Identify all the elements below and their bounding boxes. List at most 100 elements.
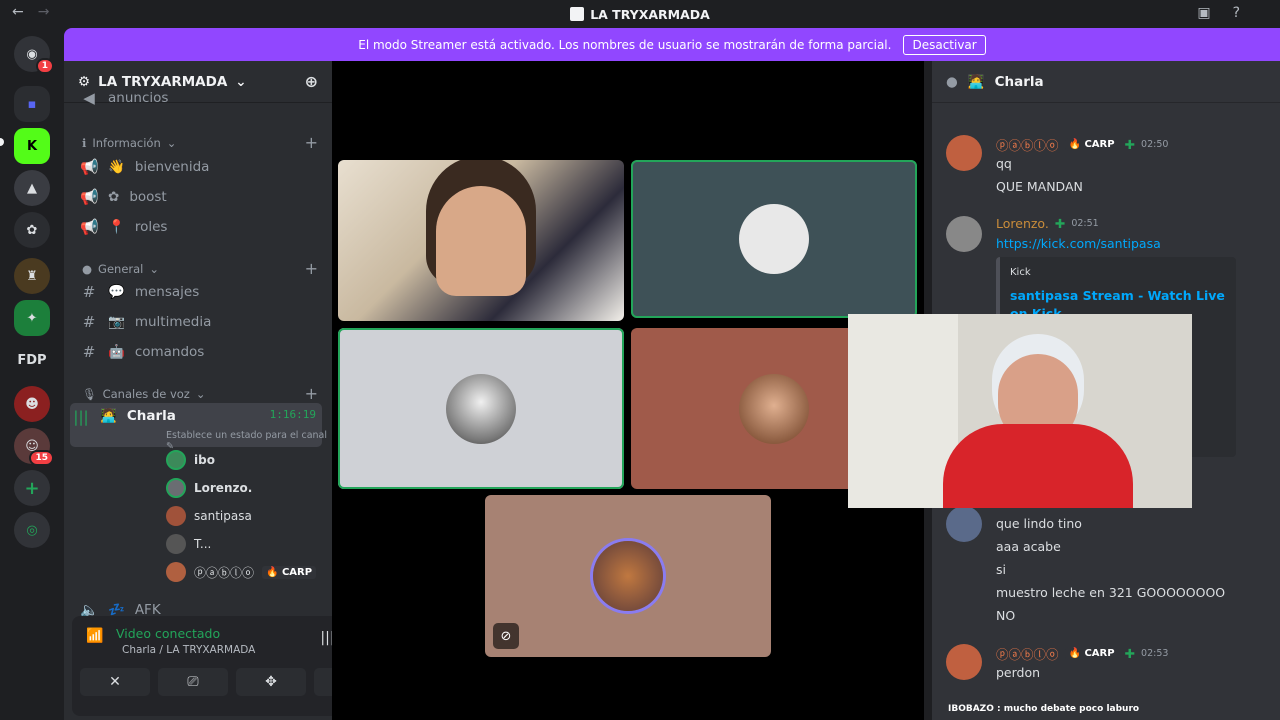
message-text: muestro leche en 321 GOOOOOOOO	[996, 585, 1226, 600]
role-icon: ✚	[1124, 137, 1136, 152]
video-tile-avatar[interactable]	[338, 328, 624, 489]
channel-anuncios[interactable]: ◀ anuncios	[78, 91, 322, 105]
pin-icon: 📍	[108, 219, 125, 235]
avatar[interactable]	[946, 135, 982, 171]
category-general[interactable]: ● General ⌄ +	[82, 259, 318, 278]
add-channel-icon[interactable]: +	[305, 384, 318, 403]
guild-settings-icon: ⚙	[78, 73, 91, 90]
message-text: si	[996, 562, 1006, 577]
voice-user[interactable]: T...▬	[166, 532, 332, 556]
globe-icon: ●	[82, 261, 93, 276]
window-title: LA TRYXARMADA	[570, 7, 710, 22]
flower-icon: ✿	[108, 189, 120, 205]
noise-suppression-icon[interactable]: |||	[320, 630, 332, 646]
message-link[interactable]: https://kick.com/santipasa	[996, 236, 1161, 251]
wave-icon: 👋	[108, 159, 125, 175]
avatar[interactable]	[946, 216, 982, 252]
avatar[interactable]	[946, 644, 982, 680]
channel-sidebar: ⚙ LA TRYXARMADA ⌄ ⊕ ◀ anuncios ℹ Informa…	[64, 61, 332, 720]
activities-button[interactable]: ✥	[236, 668, 306, 696]
robot-icon: 🤖	[108, 344, 125, 360]
role-icon: ✚	[1124, 646, 1136, 661]
voice-user[interactable]: ibo	[166, 448, 332, 472]
channel-mensajes[interactable]: # 💬 mensajes	[78, 278, 322, 306]
avatar[interactable]	[946, 506, 982, 542]
hash-icon: #	[82, 313, 96, 331]
channel-multimedia[interactable]: # 📷 multimedia	[78, 308, 322, 336]
avatar	[166, 534, 186, 554]
forward-arrow-icon[interactable]: →	[38, 4, 50, 20]
avatar	[166, 478, 186, 498]
technologist-icon: 🧑‍💻	[967, 73, 985, 90]
server-icon-game[interactable]: ♜	[14, 258, 50, 294]
message-author[interactable]: ⓟⓐⓑⓛⓞ	[996, 135, 1059, 154]
message-author[interactable]: ⓟⓐⓑⓛⓞ	[996, 644, 1059, 663]
participant-avatar	[446, 373, 516, 444]
server-icon	[570, 7, 585, 21]
category-informacion[interactable]: ℹ Información ⌄ +	[82, 133, 318, 152]
notification-badge: 1	[35, 58, 54, 74]
server-icon-anime[interactable]: ☻	[14, 386, 50, 422]
video-stage: ⊘	[332, 61, 924, 720]
channel-comandos[interactable]: # 🤖 comandos	[78, 338, 322, 366]
server-icon-triangle[interactable]: ▲	[14, 170, 50, 206]
role-tag: 🔥 CARP	[262, 565, 317, 579]
add-channel-icon[interactable]: +	[305, 259, 318, 278]
server-icon-tryxarmada[interactable]: ✦	[14, 300, 50, 336]
role-tag: 🔥 CARP	[1064, 647, 1119, 660]
chat-header: ● 🧑‍💻 Charla	[932, 61, 1280, 103]
technologist-icon: 🧑‍💻	[100, 408, 117, 424]
participant-avatar	[739, 204, 809, 274]
connection-location[interactable]: Charla / LA TRYXARMADA	[122, 644, 255, 656]
connection-status: Video conectado	[116, 626, 221, 641]
deactivate-button[interactable]: Desactivar	[903, 34, 986, 55]
avatar	[166, 450, 186, 470]
participant-avatar	[739, 373, 809, 444]
add-server-icon[interactable]: +	[14, 470, 50, 506]
voice-activity-icon: |||	[73, 408, 89, 426]
info-icon: ℹ	[82, 135, 87, 150]
hash-icon: #	[82, 343, 96, 361]
microphone-icon: 🎙	[82, 386, 97, 401]
message-text: perdon	[996, 665, 1041, 680]
message-text: aaa acabe	[996, 539, 1061, 554]
video-tile-avatar[interactable]	[631, 160, 917, 318]
voice-user[interactable]: Lorenzo.	[166, 476, 332, 500]
muted-icon: ⊘	[493, 623, 519, 649]
server-icon-cat[interactable]: ✿	[14, 212, 50, 248]
signal-icon[interactable]: 📶	[86, 628, 103, 644]
screen-share-button[interactable]: ⎚	[158, 668, 228, 696]
voice-user[interactable]: ⓟⓐⓑⓛⓞ🔥 CARP⊘	[166, 560, 332, 584]
role-tag: 🔥 CARP	[1064, 138, 1119, 151]
server-fdp[interactable]: FDP	[14, 342, 50, 378]
back-arrow-icon[interactable]: ←	[12, 4, 24, 20]
explore-icon[interactable]: ◎	[14, 512, 50, 548]
title-bar: ← → LA TRYXARMADA ▣ ?	[0, 0, 1280, 28]
server-rail: ◉ 1 ▪ K ▲ ✿ ♜ ✦ FDP ☻ ☺ 15 + ◎	[0, 28, 64, 720]
category-voice[interactable]: 🎙 Canales de voz ⌄ +	[82, 384, 318, 403]
channel-boost[interactable]: 📢 ✿ boost	[78, 183, 322, 211]
camera-off-button[interactable]: ✕	[80, 668, 150, 696]
announcement-icon: 📢	[80, 158, 99, 176]
invite-people-icon[interactable]: ⊕	[305, 72, 318, 91]
server-icon-group[interactable]: ☺ 15	[14, 428, 54, 466]
video-tile-camera[interactable]	[338, 160, 624, 321]
voice-user[interactable]: santipasa	[166, 504, 332, 528]
voice-connection-panel: 📶 Video conectado Charla / LA TRYXARMADA…	[72, 616, 332, 716]
kick-server-icon[interactable]: K	[14, 128, 50, 164]
add-channel-icon[interactable]: +	[305, 133, 318, 152]
help-icon[interactable]: ?	[1233, 5, 1240, 21]
speech-icon: 💬	[108, 284, 125, 300]
participant-face	[436, 185, 526, 296]
streamer-shirt	[943, 424, 1133, 508]
channel-roles[interactable]: 📢 📍 roles	[78, 213, 322, 241]
inbox-icon[interactable]: ▣	[1197, 5, 1210, 21]
soundboard-button[interactable]: ✧	[314, 668, 332, 696]
direct-messages-icon[interactable]: ▪	[14, 86, 50, 122]
message-author[interactable]: Lorenzo.	[996, 216, 1049, 231]
message-text: qq	[996, 156, 1012, 171]
discord-home-icon[interactable]: ◉ 1	[14, 36, 54, 74]
message-text: QUE MANDAN	[996, 179, 1083, 194]
video-tile-avatar[interactable]: ⊘	[485, 495, 771, 657]
channel-bienvenida[interactable]: 📢 👋 bienvenida	[78, 153, 322, 181]
